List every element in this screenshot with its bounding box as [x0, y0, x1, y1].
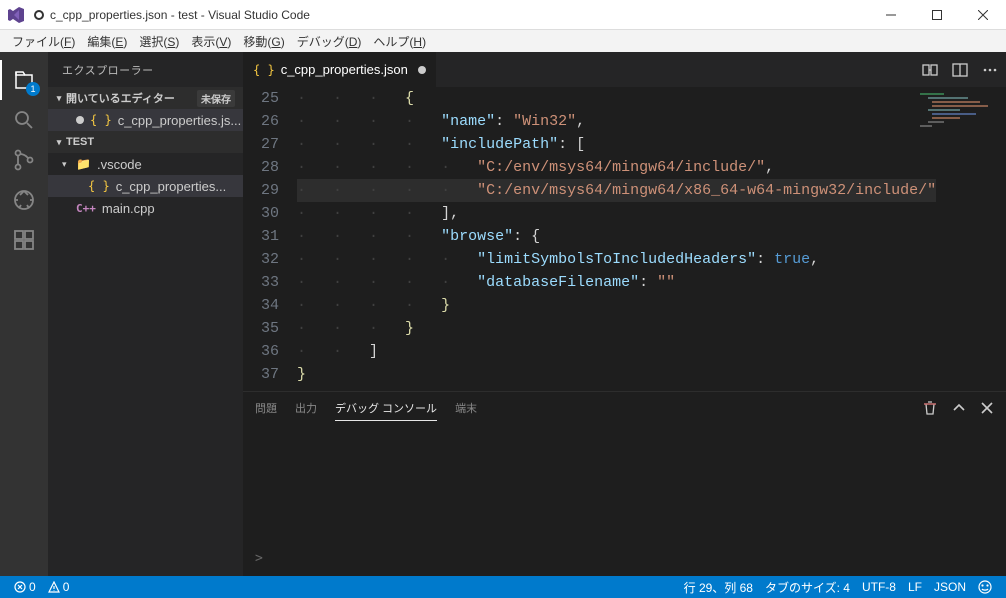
- open-editors-header[interactable]: ▾ 開いているエディター 未保存: [48, 87, 243, 109]
- status-bar: 0 0 行 29、列 68 タブのサイズ: 4 UTF-8 LF JSON: [0, 576, 1006, 598]
- json-braces-icon: { }: [88, 179, 110, 193]
- minimap[interactable]: [920, 93, 1000, 173]
- prompt-chevron-icon: >: [255, 551, 263, 566]
- editor-actions: [922, 52, 1006, 87]
- editor-tabbar: { } c_cpp_properties.json: [243, 52, 1006, 87]
- explorer-sidebar: エクスプローラー ▾ 開いているエディター 未保存 { } c_cpp_prop…: [48, 52, 243, 576]
- clear-console-icon[interactable]: [922, 400, 938, 416]
- more-actions-icon[interactable]: [982, 62, 998, 78]
- menu-item[interactable]: ヘルプ(H): [367, 31, 432, 52]
- menu-item[interactable]: 編集(E): [81, 31, 133, 52]
- debug-activity[interactable]: [0, 180, 48, 220]
- file-main-cpp[interactable]: C++ main.cpp: [48, 197, 243, 219]
- folder-vscode[interactable]: ▾ 📁 .vscode: [48, 153, 243, 175]
- window-title: c_cpp_properties.json - test - Visual St…: [50, 8, 868, 22]
- scm-activity[interactable]: [0, 140, 48, 180]
- debug-console-body[interactable]: [243, 424, 1006, 546]
- bottom-panel: 問題 出力 デバッグ コンソール 端末 >: [243, 391, 1006, 576]
- file-properties-json[interactable]: { } c_cpp_properties...: [48, 175, 243, 197]
- minimize-button[interactable]: [868, 0, 914, 30]
- activity-bar: 1: [0, 52, 48, 576]
- compare-changes-icon[interactable]: [922, 62, 938, 78]
- status-language[interactable]: JSON: [928, 579, 972, 596]
- code-content[interactable]: · · · {· · · · "name": "Win32",· · · · "…: [297, 87, 1006, 391]
- close-button[interactable]: [960, 0, 1006, 30]
- json-braces-icon: { }: [90, 113, 112, 127]
- explorer-activity[interactable]: 1: [0, 60, 48, 100]
- panel-tab-debug-console[interactable]: デバッグ コンソール: [335, 396, 437, 421]
- menubar: ファイル(F)編集(E)選択(S)表示(V)移動(G)デバッグ(D)ヘルプ(H): [0, 30, 1006, 52]
- dirty-dot-icon: [76, 116, 84, 124]
- file-name: c_cpp_properties...: [116, 179, 227, 194]
- menu-item[interactable]: 移動(G): [237, 31, 290, 52]
- workspace-name: TEST: [66, 136, 94, 148]
- panel-close-icon[interactable]: [980, 401, 994, 415]
- cpp-icon: C++: [76, 202, 96, 215]
- status-encoding[interactable]: UTF-8: [856, 579, 902, 596]
- panel-tab-problems[interactable]: 問題: [255, 396, 277, 420]
- status-errors[interactable]: 0: [8, 580, 42, 594]
- folder-name: .vscode: [97, 157, 142, 172]
- maximize-button[interactable]: [914, 0, 960, 30]
- status-eol[interactable]: LF: [902, 579, 928, 596]
- extensions-activity[interactable]: [0, 220, 48, 260]
- panel-maximize-icon[interactable]: [952, 401, 966, 415]
- line-number-gutter: 25262728293031323334353637: [243, 87, 297, 391]
- editor-area: { } c_cpp_properties.json 25262728293031…: [243, 52, 1006, 576]
- code-editor[interactable]: 25262728293031323334353637 · · · {· · · …: [243, 87, 1006, 391]
- menu-item[interactable]: 表示(V): [185, 31, 237, 52]
- status-feedback-icon[interactable]: [972, 579, 998, 596]
- split-editor-icon[interactable]: [952, 62, 968, 78]
- json-braces-icon: { }: [253, 63, 275, 77]
- chevron-down-icon: ▾: [62, 159, 74, 170]
- chevron-down-icon: ▾: [52, 137, 66, 148]
- panel-tab-terminal[interactable]: 端末: [455, 396, 477, 420]
- chevron-down-icon: ▾: [52, 93, 66, 104]
- file-name: main.cpp: [102, 201, 155, 216]
- unsaved-badge: 未保存: [197, 90, 235, 107]
- open-editor-filename: c_cpp_properties.js...: [118, 113, 242, 128]
- menu-item[interactable]: 選択(S): [133, 31, 185, 52]
- window-titlebar: c_cpp_properties.json - test - Visual St…: [0, 0, 1006, 30]
- panel-tab-output[interactable]: 出力: [295, 396, 317, 420]
- status-tab-size[interactable]: タブのサイズ: 4: [759, 579, 856, 596]
- menu-item[interactable]: デバッグ(D): [291, 31, 368, 52]
- open-editor-item[interactable]: { } c_cpp_properties.js...: [48, 109, 243, 131]
- search-activity[interactable]: [0, 100, 48, 140]
- dirty-dot-icon: [418, 66, 426, 74]
- sidebar-title: エクスプローラー: [48, 52, 243, 87]
- open-editors-label: 開いているエディター: [66, 90, 175, 106]
- tab-filename: c_cpp_properties.json: [281, 62, 408, 77]
- menu-item[interactable]: ファイル(F): [6, 31, 81, 52]
- dirty-indicator-icon: [34, 10, 44, 20]
- status-warnings[interactable]: 0: [42, 580, 76, 594]
- explorer-badge: 1: [26, 82, 40, 96]
- debug-console-input[interactable]: >: [255, 546, 994, 570]
- status-cursor-position[interactable]: 行 29、列 68: [678, 579, 759, 596]
- workspace-header[interactable]: ▾ TEST: [48, 131, 243, 153]
- panel-tabs: 問題 出力 デバッグ コンソール 端末: [243, 392, 1006, 424]
- editor-tab-active[interactable]: { } c_cpp_properties.json: [243, 52, 437, 87]
- vscode-app-icon: [8, 6, 26, 24]
- folder-icon: 📁: [76, 157, 91, 171]
